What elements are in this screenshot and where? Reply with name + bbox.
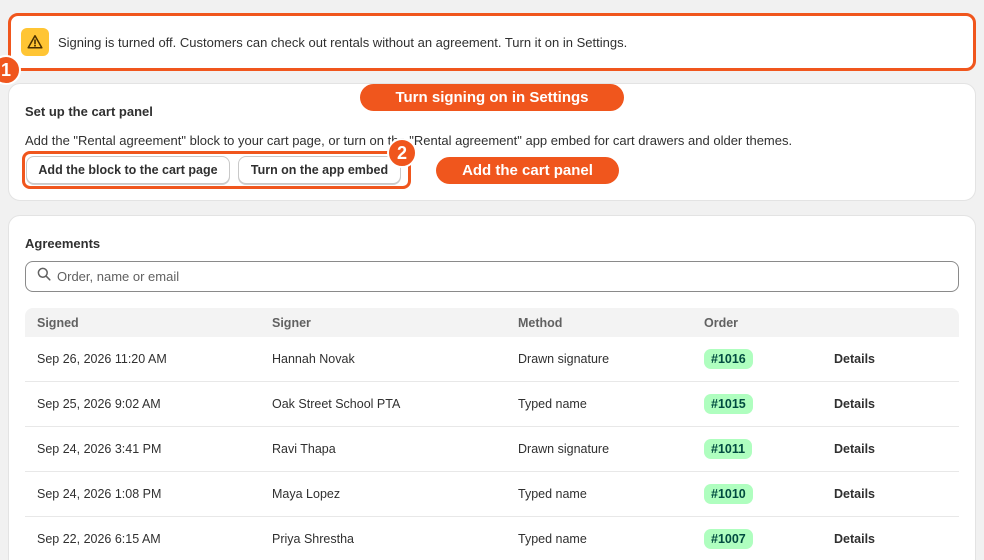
column-signer: Signer — [272, 315, 311, 330]
settings-callout: Turn signing on in Settings — [360, 84, 624, 111]
table-row[interactable]: Sep 24, 2026 1:08 PM Maya Lopez Typed na… — [25, 472, 959, 517]
table-row[interactable]: Sep 22, 2026 6:15 AM Priya Shrestha Type… — [25, 517, 959, 560]
details-link[interactable]: Details — [834, 487, 959, 501]
add-block-button[interactable]: Add the block to the cart page — [26, 156, 230, 184]
agreements-title: Agreements — [25, 236, 101, 251]
search-icon — [37, 267, 51, 286]
warning-icon — [21, 28, 49, 56]
signer-name: Priya Shrestha — [272, 532, 354, 546]
signer-name: Ravi Thapa — [272, 442, 336, 456]
search-input[interactable]: Order, name or email — [25, 261, 959, 292]
banner-text: Signing is turned off. Customers can che… — [58, 34, 628, 50]
app-embed-button[interactable]: Turn on the app embed — [238, 156, 401, 184]
details-link[interactable]: Details — [834, 397, 959, 411]
column-signed: Signed — [37, 315, 79, 330]
table-row[interactable]: Sep 26, 2026 11:20 AM Hannah Novak Drawn… — [25, 337, 959, 382]
column-method: Method — [518, 315, 563, 330]
table-row[interactable]: Sep 25, 2026 9:02 AM Oak Street School P… — [25, 382, 959, 427]
signer-name: Hannah Novak — [272, 352, 355, 366]
signature-method: Typed name — [518, 532, 587, 546]
signer-name: Maya Lopez — [272, 487, 341, 501]
signed-date: Sep 25, 2026 9:02 AM — [37, 397, 161, 411]
signature-method: Drawn signature — [518, 442, 610, 456]
details-link[interactable]: Details — [834, 352, 959, 366]
signature-method: Drawn signature — [518, 352, 610, 366]
agreements-table: Signed Signer Method Order Sep 26, 2026 … — [25, 308, 959, 560]
details-link[interactable]: Details — [834, 442, 959, 456]
details-link[interactable]: Details — [834, 532, 959, 546]
order-badge[interactable]: #1016 — [704, 349, 753, 369]
order-badge[interactable]: #1010 — [704, 484, 753, 504]
signed-date: Sep 22, 2026 6:15 AM — [37, 532, 161, 546]
table-header: Signed Signer Method Order — [25, 308, 959, 337]
step-badge-2: 2 — [387, 138, 417, 168]
order-badge[interactable]: #1015 — [704, 394, 753, 414]
agreements-card: Agreements Order, name or email Signed S… — [8, 215, 976, 560]
signed-date: Sep 24, 2026 3:41 PM — [37, 442, 162, 456]
search-placeholder: Order, name or email — [57, 269, 180, 284]
order-badge[interactable]: #1011 — [704, 439, 753, 459]
signing-off-banner: Signing is turned off. Customers can che… — [8, 13, 976, 71]
column-order: Order — [704, 315, 739, 330]
table-row[interactable]: Sep 24, 2026 3:41 PM Ravi Thapa Drawn si… — [25, 427, 959, 472]
signed-date: Sep 26, 2026 11:20 AM — [37, 352, 167, 366]
cart-panel-title: Set up the cart panel — [25, 104, 153, 119]
order-badge[interactable]: #1007 — [704, 529, 753, 549]
signature-method: Typed name — [518, 487, 587, 501]
signer-name: Oak Street School PTA — [272, 397, 401, 411]
signed-date: Sep 24, 2026 1:08 PM — [37, 487, 162, 501]
signature-method: Typed name — [518, 397, 587, 411]
cart-panel-callout: Add the cart panel — [436, 157, 619, 184]
